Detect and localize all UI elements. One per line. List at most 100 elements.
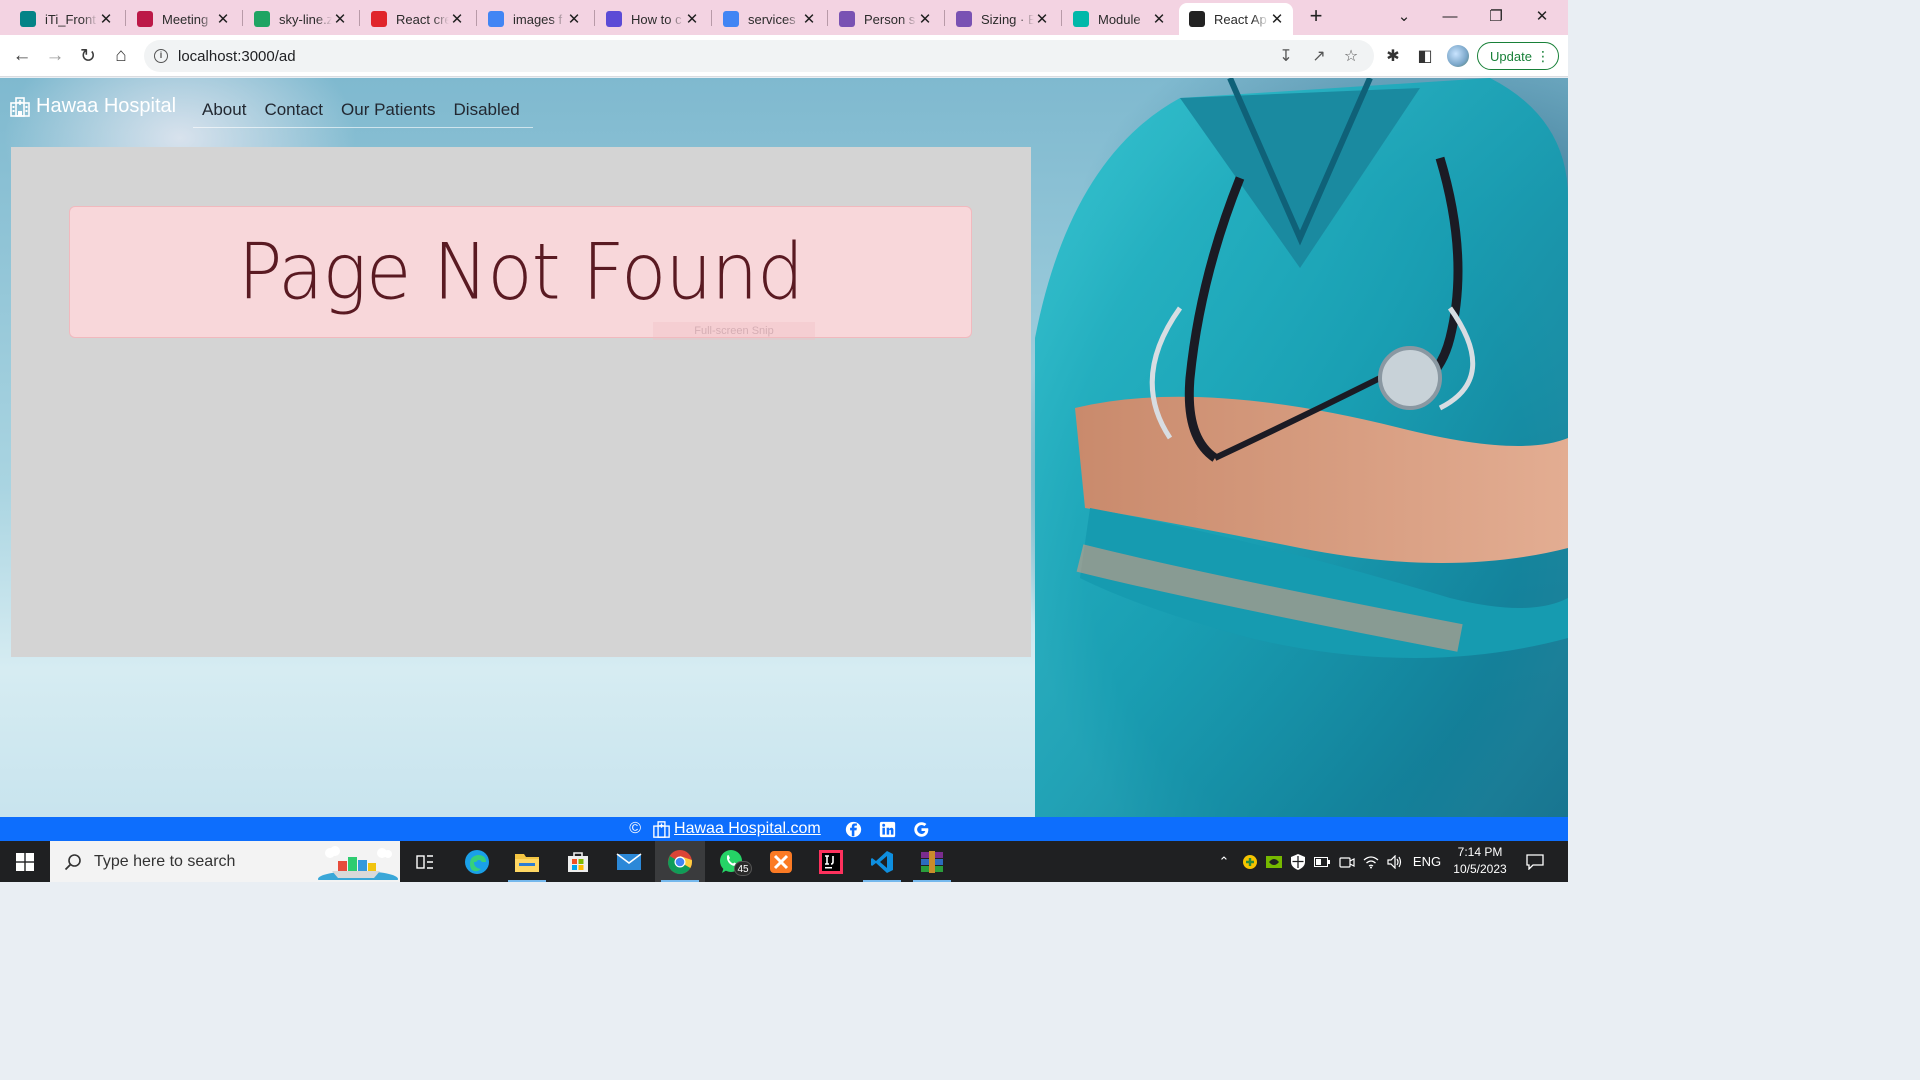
google-icon [488, 11, 504, 27]
wifi-icon[interactable] [1360, 841, 1382, 882]
browser-tab[interactable]: Sizing · B ✕ [946, 3, 1058, 35]
install-app-icon[interactable]: ↧ [1276, 46, 1296, 66]
restore-button[interactable]: ❐ [1473, 0, 1519, 32]
hospital-icon [10, 96, 30, 117]
volume-icon[interactable] [1384, 841, 1406, 882]
taskbar-vscode[interactable] [857, 841, 907, 882]
mail-icon [616, 852, 642, 870]
footer-site-link[interactable]: Hawaa Hospital.com [653, 820, 821, 838]
browser-tab[interactable]: React Ap ✕ [1179, 3, 1293, 35]
bootstrap-icon [956, 11, 972, 27]
close-tab-icon[interactable]: ✕ [1151, 10, 1167, 28]
nav-link-about[interactable]: About [202, 100, 246, 120]
edge-icon [465, 849, 489, 874]
search-icon [64, 853, 81, 870]
extensions-icon[interactable]: ✱ [1382, 45, 1404, 67]
reload-button[interactable]: ↻ [74, 42, 102, 70]
close-tab-icon[interactable]: ✕ [801, 10, 817, 28]
taskbar-clock[interactable]: 7:14 PM 10/5/2023 [1440, 844, 1520, 878]
linkedin-icon[interactable] [879, 820, 897, 838]
nvidia-icon[interactable] [1263, 841, 1285, 882]
tab-title: Module [1098, 11, 1141, 27]
address-bar-url[interactable]: localhost:3000/ad [178, 48, 296, 65]
tab-separator [242, 10, 243, 26]
taskbar-search-box[interactable]: Type here to search [50, 841, 400, 882]
browser-tab[interactable]: Person s ✕ [829, 3, 941, 35]
tab-separator [1061, 10, 1062, 26]
side-panel-icon[interactable]: ◧ [1414, 45, 1436, 67]
tab-title: Sizing · B [981, 11, 1034, 27]
browser-tab[interactable]: React cre ✕ [361, 3, 473, 35]
taskbar-xampp[interactable] [756, 841, 806, 882]
xampp-icon [770, 850, 792, 873]
profile-avatar[interactable] [1447, 45, 1469, 67]
meet-now-icon[interactable] [1336, 841, 1358, 882]
tab-separator [125, 10, 126, 26]
terminal-icon [606, 11, 622, 27]
taskbar-whatsapp[interactable]: 45 [706, 841, 756, 882]
tab-title: How to c [631, 11, 682, 27]
taskbar-mail[interactable] [604, 841, 654, 882]
close-tab-icon[interactable]: ✕ [215, 10, 231, 28]
clock-date: 10/5/2023 [1453, 862, 1507, 876]
taskbar-chrome[interactable] [655, 841, 705, 882]
new-tab-button[interactable]: + [1305, 5, 1327, 28]
windows-security-icon[interactable] [1287, 841, 1309, 882]
tab-search-icon[interactable]: ⌄ [1381, 0, 1427, 32]
site-info-icon[interactable]: i [154, 49, 168, 63]
tray-app-icon[interactable] [1239, 841, 1261, 882]
taskbar-store[interactable] [553, 841, 603, 882]
facebook-icon[interactable] [845, 820, 863, 838]
taskbar-edge[interactable] [452, 841, 502, 882]
battery-icon[interactable] [1311, 841, 1333, 882]
close-tab-icon[interactable]: ✕ [566, 10, 582, 28]
close-tab-icon[interactable]: ✕ [684, 10, 700, 28]
back-button[interactable]: ← [8, 42, 36, 70]
windows-start-button[interactable] [0, 841, 50, 882]
menu-dots-icon[interactable]: ⋮ [1536, 48, 1550, 64]
close-tab-icon[interactable]: ✕ [1269, 10, 1285, 28]
taskbar-file-explorer[interactable] [502, 841, 552, 882]
browser-tab[interactable]: Meeting ✕ [127, 3, 239, 35]
nav-link-disabled[interactable]: Disabled [454, 100, 520, 120]
close-tab-icon[interactable]: ✕ [449, 10, 465, 28]
close-tab-icon[interactable]: ✕ [917, 10, 933, 28]
close-tab-icon[interactable]: ✕ [332, 10, 348, 28]
minimize-button[interactable]: — [1427, 0, 1473, 32]
bookmark-star-icon[interactable]: ☆ [1341, 46, 1361, 66]
nav-link-contact[interactable]: Contact [264, 100, 323, 120]
site-footer: © Hawaa Hospital.com [0, 817, 1568, 841]
sharepoint-icon [20, 11, 36, 27]
running-indicator [863, 880, 901, 882]
tab-title: Person s [864, 11, 916, 27]
chrome-icon [668, 849, 692, 874]
browser-tab[interactable]: services ✕ [713, 3, 825, 35]
tab-separator [827, 10, 828, 26]
home-button[interactable]: ⌂ [107, 42, 135, 70]
browser-tab[interactable]: How to c ✕ [596, 3, 708, 35]
close-tab-icon[interactable]: ✕ [1034, 10, 1050, 28]
google-icon[interactable] [913, 820, 931, 838]
address-bar[interactable]: i localhost:3000/ad ↧ ↗ ☆ [144, 40, 1374, 72]
search-highlight-illustration-icon [318, 846, 398, 880]
language-indicator[interactable]: ENG [1410, 841, 1444, 882]
browser-tab[interactable]: iTi_Front ✕ [10, 3, 122, 35]
browser-tab[interactable]: Module ✕ [1063, 3, 1175, 35]
show-hidden-icons-button[interactable]: ⌃ [1214, 841, 1234, 882]
share-icon[interactable]: ↗ [1309, 46, 1329, 66]
close-window-button[interactable]: ✕ [1519, 0, 1565, 32]
task-view-button[interactable] [400, 841, 450, 882]
browser-tab[interactable]: sky-line.z ✕ [244, 3, 356, 35]
close-tab-icon[interactable]: ✕ [98, 10, 114, 28]
notifications-icon[interactable] [1520, 841, 1550, 882]
forward-button[interactable]: → [41, 42, 69, 70]
site-brand[interactable]: Hawaa Hospital [10, 95, 176, 118]
update-button[interactable]: Update ⋮ [1477, 42, 1559, 70]
tab-title: sky-line.z [279, 11, 332, 27]
nav-link-our-patients[interactable]: Our Patients [341, 100, 436, 120]
brand-name: Hawaa Hospital [36, 95, 177, 117]
taskbar-winrar[interactable] [907, 841, 957, 882]
tab-title: images f [513, 11, 563, 27]
browser-tab[interactable]: images f ✕ [478, 3, 590, 35]
taskbar-intellij[interactable] [806, 841, 856, 882]
